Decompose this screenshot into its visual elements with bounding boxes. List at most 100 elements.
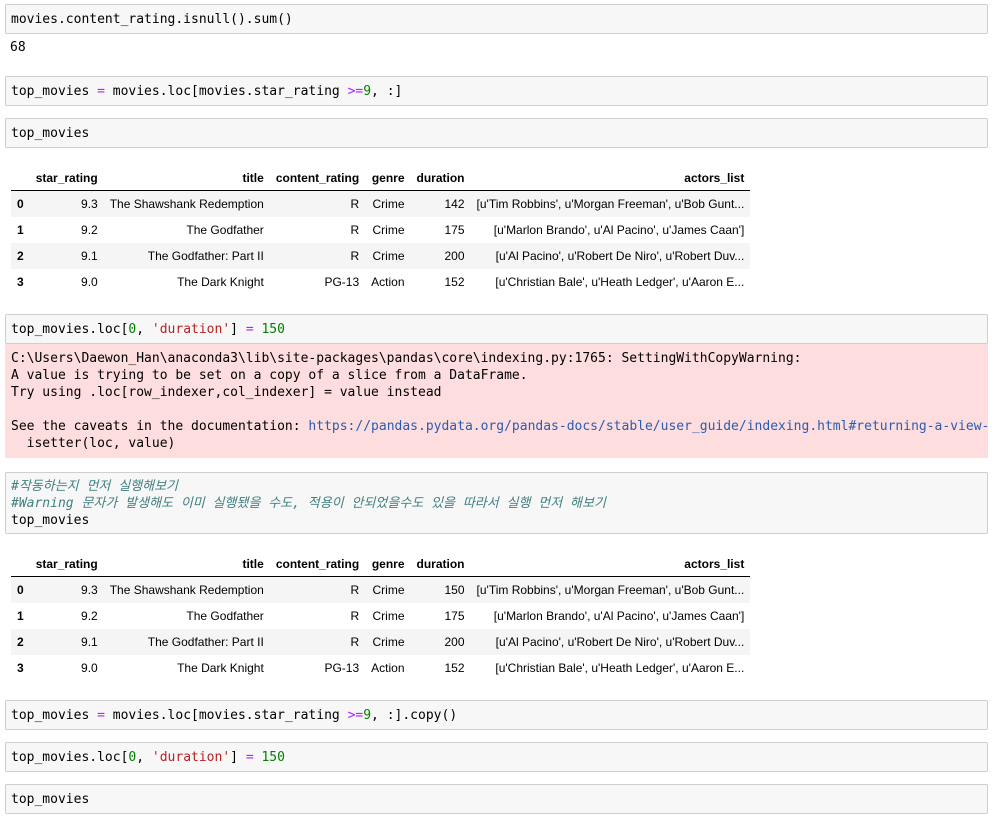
column-header: star_rating bbox=[29, 166, 104, 191]
table-cell: 9.1 bbox=[81, 249, 98, 263]
table-cell: Crime bbox=[372, 609, 405, 623]
table-cell: R bbox=[350, 635, 360, 649]
code-text: top_movies.loc[0, 'duration'] = 150 bbox=[11, 750, 285, 765]
table-cell: R bbox=[350, 609, 360, 623]
code-cell-assign-duration[interactable]: top_movies.loc[0, 'duration'] = 150 bbox=[5, 314, 988, 344]
code-cell-filter-copy[interactable]: top_movies = movies.loc[movies.star_rati… bbox=[5, 700, 988, 730]
table-cell: [u'Tim Robbins', u'Morgan Freeman', u'Bo… bbox=[476, 583, 745, 597]
table-cell: Action bbox=[371, 275, 405, 289]
column-header: title bbox=[103, 166, 270, 191]
table-cell: The Dark Knight bbox=[177, 661, 264, 675]
table-cell: 142 bbox=[444, 197, 465, 211]
index-header bbox=[11, 552, 30, 577]
table-cell: [u'Marlon Brando', u'Al Pacino', u'James… bbox=[493, 223, 745, 237]
row-index: 3 bbox=[17, 275, 24, 289]
code-cell-isnull[interactable]: movies.content_rating.isnull().sum() bbox=[5, 4, 988, 34]
table-cell: Action bbox=[371, 661, 405, 675]
table-cell: [u'Al Pacino', u'Robert De Niro', u'Robe… bbox=[495, 249, 745, 263]
table-cell: The Godfather: Part II bbox=[147, 635, 264, 649]
row-index: 0 bbox=[17, 583, 24, 597]
table-cell: Crime bbox=[372, 197, 405, 211]
code-cell-show-top-movies-2[interactable]: top_movies bbox=[5, 784, 988, 814]
code-text: #작동하는지 먼저 실행해보기 #Warning 문자가 발생해도 이미 실행됐… bbox=[11, 479, 606, 528]
code-cell-assign-duration-2[interactable]: top_movies.loc[0, 'duration'] = 150 bbox=[5, 742, 988, 772]
column-header: star_rating bbox=[29, 552, 104, 577]
table-row: 0 9.3 The Shawshank Redemption R Crime 142 [u'… bbox=[11, 190, 751, 217]
table-row: 2 9.1 The Godfather: Part II R Crime 200 [u'Al… bbox=[11, 629, 751, 655]
table-cell: R bbox=[350, 197, 360, 211]
table-cell: The Shawshank Redemption bbox=[109, 197, 264, 211]
code-text: top_movies = movies.loc[movies.star_rati… bbox=[11, 84, 403, 99]
table-cell: The Dark Knight bbox=[177, 275, 264, 289]
table-cell: [u'Al Pacino', u'Robert De Niro', u'Robe… bbox=[495, 635, 745, 649]
table-cell: Crime bbox=[372, 635, 405, 649]
column-header: genre bbox=[365, 166, 411, 191]
column-header: content_rating bbox=[269, 166, 366, 191]
table-cell: [u'Tim Robbins', u'Morgan Freeman', u'Bo… bbox=[476, 197, 745, 211]
code-cell-show-top-movies[interactable]: top_movies bbox=[5, 118, 988, 148]
table-cell: R bbox=[350, 583, 360, 597]
column-header: actors_list bbox=[470, 166, 751, 191]
table-cell: Crime bbox=[372, 583, 405, 597]
column-header: genre bbox=[365, 552, 411, 577]
table-row: 3 9.0 The Dark Knight PG-13 Action 152 [u'Chri… bbox=[11, 269, 750, 295]
table-cell: Crime bbox=[372, 223, 405, 237]
table-row: 0 9.3 The Shawshank Redemption R Crime 150 [u'… bbox=[11, 576, 751, 603]
code-cell-comment-run[interactable]: #작동하는지 먼저 실행해보기 #Warning 문자가 발생해도 이미 실행됐… bbox=[5, 472, 988, 534]
table-cell: 9.3 bbox=[81, 583, 98, 597]
table-cell: 152 bbox=[444, 661, 465, 675]
column-header: duration bbox=[410, 166, 471, 191]
code-text: top_movies bbox=[11, 126, 90, 141]
documentation-link[interactable]: https://pandas.pydata.org/pandas-docs/st… bbox=[308, 419, 988, 434]
table-cell: [u'Christian Bale', u'Heath Ledger', u'A… bbox=[495, 275, 745, 289]
table-cell: PG-13 bbox=[324, 661, 360, 675]
table-cell: The Godfather bbox=[186, 223, 264, 237]
table-cell: 150 bbox=[444, 583, 465, 597]
table-cell: The Godfather: Part II bbox=[147, 249, 264, 263]
table-cell: [u'Christian Bale', u'Heath Ledger', u'A… bbox=[495, 661, 745, 675]
warning-output: C:\Users\Daewon_Han\anaconda3\lib\site-p… bbox=[5, 344, 988, 458]
table-row: 1 9.2 The Godfather R Crime 175 [u'Marlon Bran… bbox=[11, 217, 750, 243]
table-cell: 200 bbox=[444, 249, 465, 263]
column-header: content_rating bbox=[269, 552, 366, 577]
output-isnull-sum: 68 bbox=[10, 40, 26, 55]
table-cell: The Godfather bbox=[186, 609, 264, 623]
row-index: 2 bbox=[17, 249, 24, 263]
code-text: top_movies.loc[0, 'duration'] = 150 bbox=[11, 322, 285, 337]
table-row: 2 9.1 The Godfather: Part II R Crime 200 [u'Al… bbox=[11, 243, 751, 269]
table-cell: 9.0 bbox=[81, 275, 98, 289]
column-header: duration bbox=[410, 552, 471, 577]
table-cell: The Shawshank Redemption bbox=[109, 583, 264, 597]
row-index: 0 bbox=[17, 197, 24, 211]
dataframe-output: star_rating title content_rating genre durat… bbox=[11, 166, 751, 295]
table-cell: 200 bbox=[444, 635, 465, 649]
table-cell: 9.2 bbox=[81, 609, 98, 623]
table-cell: [u'Marlon Brando', u'Al Pacino', u'James… bbox=[493, 609, 745, 623]
table-cell: 152 bbox=[444, 275, 465, 289]
table-cell: 9.3 bbox=[81, 197, 98, 211]
code-text: top_movies = movies.loc[movies.star_rati… bbox=[11, 708, 458, 723]
row-index: 1 bbox=[17, 223, 24, 237]
notebook: movies.content_rating.isnull().sum() 68 … bbox=[0, 0, 997, 823]
code-text: movies.content_rating.isnull().sum() bbox=[11, 12, 293, 27]
code-cell-filter[interactable]: top_movies = movies.loc[movies.star_rati… bbox=[5, 76, 988, 106]
table-row: 3 9.0 The Dark Knight PG-13 Action 152 [u'Chri… bbox=[11, 655, 750, 681]
table-cell: 9.1 bbox=[81, 635, 98, 649]
index-header bbox=[11, 166, 30, 191]
table-cell: 175 bbox=[444, 223, 465, 237]
dataframe-output-2: star_rating title content_rating genre durat… bbox=[11, 552, 751, 681]
column-header: actors_list bbox=[470, 552, 751, 577]
table-cell: 175 bbox=[444, 609, 465, 623]
table-cell: 9.2 bbox=[81, 223, 98, 237]
row-index: 1 bbox=[17, 609, 24, 623]
table-header-row: star_rating title content_rating genre durat… bbox=[11, 166, 751, 191]
table-cell: Crime bbox=[372, 249, 405, 263]
table-cell: 9.0 bbox=[81, 661, 98, 675]
table-cell: PG-13 bbox=[324, 275, 360, 289]
row-index: 2 bbox=[17, 635, 24, 649]
column-header: title bbox=[103, 552, 270, 577]
table-header-row: star_rating title content_rating genre durat… bbox=[11, 552, 751, 577]
code-text: top_movies bbox=[11, 792, 90, 807]
table-cell: R bbox=[350, 223, 360, 237]
table-cell: R bbox=[350, 249, 360, 263]
